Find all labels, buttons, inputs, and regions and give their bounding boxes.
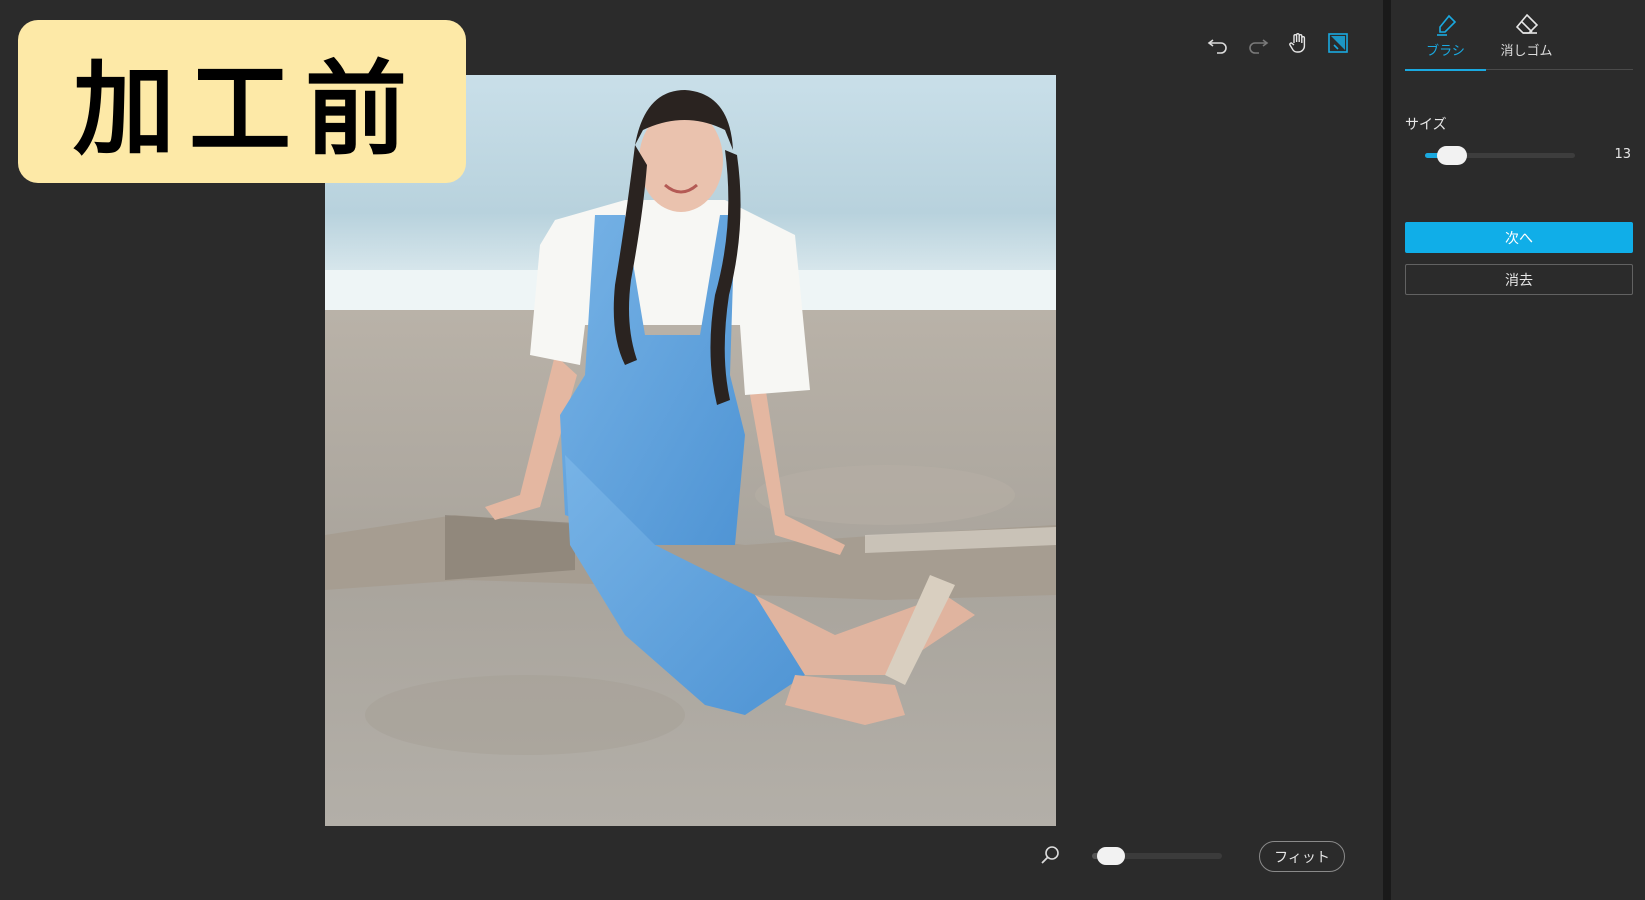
photo-canvas[interactable] — [325, 75, 1056, 826]
undo-icon — [1207, 39, 1227, 54]
tab-eraser-label: 消しゴム — [1500, 44, 1553, 59]
pan-button[interactable] — [1285, 30, 1311, 56]
zoom-slider[interactable] — [1092, 847, 1222, 865]
fit-button[interactable]: フィット — [1259, 841, 1345, 872]
undo-button[interactable] — [1205, 30, 1231, 56]
size-label: サイズ — [1405, 117, 1447, 133]
brush-icon — [1436, 14, 1456, 36]
photo-image — [325, 75, 1056, 826]
before-label-badge: 加工前 — [18, 20, 466, 183]
size-slider-thumb[interactable] — [1437, 146, 1467, 165]
tab-brush[interactable]: ブラシ — [1405, 0, 1486, 71]
clear-button[interactable]: 消去 — [1405, 264, 1633, 295]
editor-workspace: 加工前 フィット — [0, 0, 1383, 900]
panel-divider — [1383, 0, 1391, 900]
brush-select-icon — [1328, 33, 1348, 53]
tab-brush-label: ブラシ — [1426, 44, 1465, 59]
brush-settings-panel: ブラシ 消しゴム サイズ 13 次へ 消去 — [1391, 0, 1645, 900]
size-slider[interactable] — [1425, 146, 1575, 165]
zoom-slider-thumb[interactable] — [1096, 847, 1125, 865]
hand-pan-icon — [1289, 33, 1306, 53]
tab-eraser[interactable]: 消しゴム — [1486, 0, 1567, 70]
eraser-icon — [1515, 13, 1538, 34]
zoom-icon[interactable] — [1038, 843, 1062, 867]
next-button[interactable]: 次へ — [1405, 222, 1633, 253]
before-label-text: 加工前 — [73, 51, 421, 170]
tool-tabs: ブラシ 消しゴム — [1405, 0, 1633, 71]
redo-icon — [1249, 39, 1269, 54]
size-value: 13 — [1614, 147, 1631, 162]
canvas-toolbar — [1205, 30, 1351, 56]
brush-select-button[interactable] — [1325, 30, 1351, 56]
redo-button[interactable] — [1245, 30, 1271, 56]
